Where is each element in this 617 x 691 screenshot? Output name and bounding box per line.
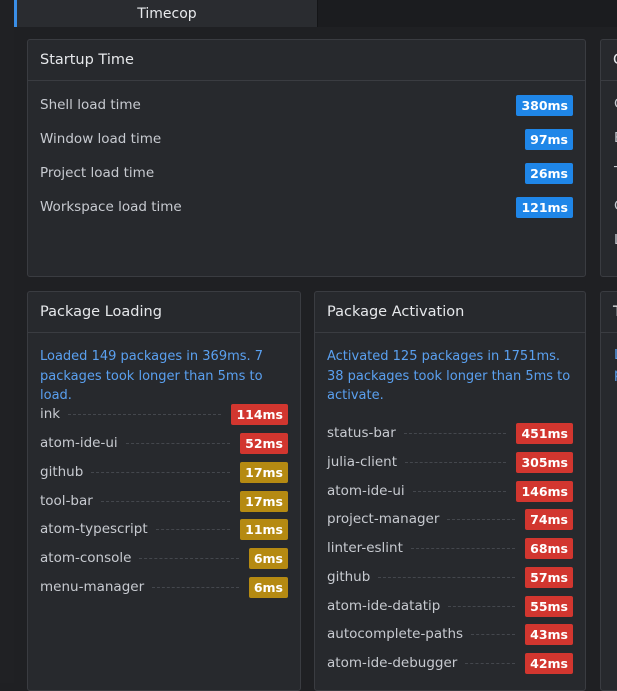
package-time-badge: 114ms: [231, 403, 288, 425]
leader-dots: [405, 461, 507, 463]
package-time-badge: 17ms: [240, 490, 288, 512]
cutoff-panel-bottom: T L p: [600, 291, 617, 691]
package-row: linter-eslint 68ms: [327, 537, 573, 559]
leader-dots: [448, 605, 516, 607]
package-activation-title: Package Activation: [327, 304, 465, 320]
package-row: atom-ide-ui 52ms: [40, 432, 288, 454]
tab-timecop[interactable]: Timecop: [17, 0, 318, 27]
leader-dots: [155, 528, 231, 530]
package-name: julia-client: [327, 454, 398, 470]
package-name: atom-console: [40, 550, 132, 566]
leader-dots: [412, 490, 507, 492]
leader-dots: [378, 576, 516, 578]
package-time-badge: 17ms: [240, 461, 288, 483]
package-time-badge: 6ms: [248, 547, 288, 569]
package-name: atom-ide-datatip: [327, 598, 441, 614]
package-row: ink 114ms: [40, 403, 288, 425]
startup-row-value: 380ms: [516, 94, 573, 116]
package-name: atom-typescript: [40, 521, 148, 537]
package-time-badge: 305ms: [516, 451, 573, 473]
package-row: project-manager 74ms: [327, 508, 573, 530]
package-time-badge: 11ms: [240, 518, 288, 540]
package-row: github 17ms: [40, 461, 288, 483]
package-time-badge: 42ms: [525, 652, 573, 674]
package-loading-title: Package Loading: [40, 304, 162, 320]
leader-dots: [91, 471, 231, 473]
package-row: status-bar 451ms: [327, 422, 573, 444]
package-name: linter-eslint: [327, 540, 403, 556]
startup-row-value: 97ms: [525, 128, 573, 150]
package-row: autocomplete-paths 43ms: [327, 623, 573, 645]
tab-bar: Timecop: [17, 0, 617, 27]
package-activation-summary: Activated 125 packages in 1751ms. 38 pac…: [327, 349, 571, 403]
leader-dots: [410, 547, 516, 549]
leader-dots: [465, 662, 516, 664]
cutoff-panel-top-header: C: [601, 40, 617, 81]
package-name: project-manager: [327, 511, 440, 527]
leader-dots: [68, 413, 222, 415]
startup-row: Project load time 26ms: [40, 162, 573, 184]
package-time-badge: 52ms: [240, 432, 288, 454]
startup-row: Shell load time 380ms: [40, 94, 573, 116]
package-name: status-bar: [327, 425, 396, 441]
startup-row-value: 121ms: [516, 196, 573, 218]
package-loading-panel: Package Loading Loaded 149 packages in 3…: [27, 291, 301, 691]
package-time-badge: 6ms: [248, 576, 288, 598]
package-row: tool-bar 17ms: [40, 490, 288, 512]
tab-timecop-label: Timecop: [137, 5, 197, 22]
leader-dots: [100, 500, 231, 502]
package-name: github: [327, 569, 371, 585]
cutoff-panel-top-title: C: [613, 52, 617, 68]
startup-row-value: 26ms: [525, 162, 573, 184]
startup-row: Workspace load time 121ms: [40, 196, 573, 218]
package-name: atom-ide-debugger: [327, 655, 458, 671]
startup-time-header: Startup Time: [28, 40, 585, 81]
leader-dots: [403, 432, 507, 434]
package-activation-panel: Package Activation Activated 125 package…: [314, 291, 586, 691]
package-time-badge: 451ms: [516, 422, 573, 444]
package-time-badge: 55ms: [525, 595, 573, 617]
left-dock-strip: [0, 0, 14, 683]
package-time-badge: 146ms: [516, 480, 573, 502]
package-activation-header: Package Activation: [315, 292, 585, 333]
startup-row-label: Project load time: [40, 165, 155, 181]
leader-dots: [471, 633, 516, 635]
startup-time-title: Startup Time: [40, 52, 134, 68]
leader-dots: [447, 518, 516, 520]
package-name: github: [40, 464, 84, 480]
package-time-badge: 57ms: [525, 566, 573, 588]
package-row: atom-console 6ms: [40, 547, 288, 569]
package-name: atom-ide-ui: [40, 435, 118, 451]
startup-row-label: Window load time: [40, 131, 162, 147]
package-name: menu-manager: [40, 579, 145, 595]
startup-row-label: Workspace load time: [40, 199, 182, 215]
package-time-badge: 74ms: [525, 508, 573, 530]
cutoff-panel-bottom-title: T: [613, 304, 617, 320]
package-name: ink: [40, 406, 61, 422]
cutoff-panel-top: C C E T C L: [600, 39, 617, 277]
package-row: github 57ms: [327, 566, 573, 588]
leader-dots: [139, 557, 239, 559]
package-time-badge: 43ms: [525, 623, 573, 645]
package-name: tool-bar: [40, 493, 93, 509]
package-loading-summary: Loaded 149 packages in 369ms. 7 packages…: [40, 349, 264, 403]
package-row: menu-manager 6ms: [40, 576, 288, 598]
leader-dots: [152, 586, 239, 588]
package-time-badge: 68ms: [525, 537, 573, 559]
leader-dots: [125, 442, 231, 444]
package-name: autocomplete-paths: [327, 626, 464, 642]
startup-time-panel: Startup Time Shell load time 380ms Windo…: [27, 39, 586, 277]
package-row: atom-typescript 11ms: [40, 518, 288, 540]
startup-row-label: Shell load time: [40, 97, 141, 113]
package-row: julia-client 305ms: [327, 451, 573, 473]
cutoff-panel-bottom-header: T: [601, 292, 617, 333]
package-row: atom-ide-datatip 55ms: [327, 595, 573, 617]
tab-bar-empty: [318, 0, 617, 27]
package-row: atom-ide-ui 146ms: [327, 480, 573, 502]
package-loading-header: Package Loading: [28, 292, 300, 333]
package-name: atom-ide-ui: [327, 483, 405, 499]
package-row: atom-ide-debugger 42ms: [327, 652, 573, 674]
startup-row: Window load time 97ms: [40, 128, 573, 150]
